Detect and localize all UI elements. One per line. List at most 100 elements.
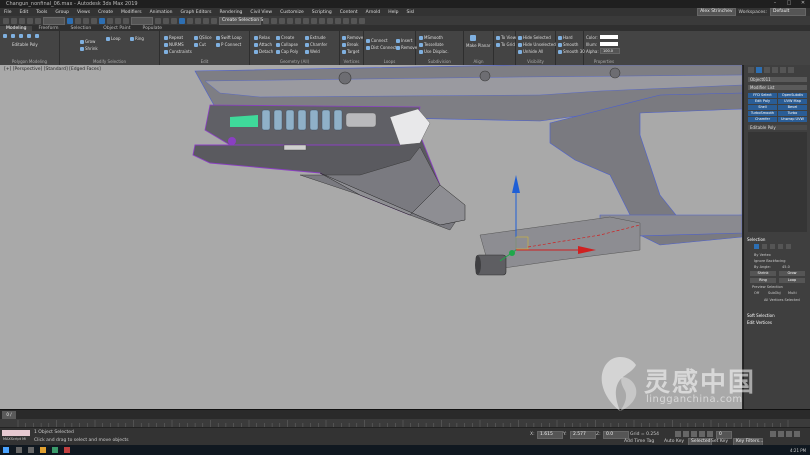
modify-panel-icon[interactable] (756, 67, 762, 73)
edge-subobject-icon[interactable] (762, 244, 767, 249)
select-and-rotate-icon[interactable] (107, 17, 113, 24)
menu-help[interactable]: Help (384, 10, 402, 15)
object-name-field[interactable]: Object011 (748, 77, 807, 82)
select-by-name-icon[interactable] (75, 17, 81, 24)
motion-panel-icon[interactable] (772, 67, 778, 73)
mirror-icon[interactable] (263, 17, 269, 24)
element-subobject-icon[interactable] (786, 244, 791, 249)
modifier-stack-item[interactable]: Editable Poly (748, 125, 807, 130)
spinner-snap-icon[interactable] (203, 17, 209, 24)
keyboard-shortcut-icon[interactable] (171, 17, 177, 24)
preview-multi-radio[interactable]: Multi (788, 291, 797, 295)
nurms-button[interactable]: NURMS (164, 42, 184, 47)
window-crossing-icon[interactable] (91, 17, 97, 24)
qslice-button[interactable]: QSlice (194, 35, 212, 40)
smooth30-button[interactable]: Smooth 30 (558, 49, 585, 54)
z-coordinate-field[interactable]: 0.0 (603, 431, 629, 439)
named-selection-sets-dropdown[interactable]: Create Selection Se (219, 16, 266, 25)
mod-btn-opensubdiv[interactable]: OpenSubdiv (778, 93, 807, 98)
loop-button[interactable]: Loop (106, 36, 121, 41)
polygon-mode-icon[interactable] (27, 34, 31, 38)
a360-gallery-icon[interactable] (359, 17, 365, 24)
render-in-cloud-icon[interactable] (351, 17, 357, 24)
render-production-icon[interactable] (343, 17, 349, 24)
color-swatch[interactable] (600, 35, 618, 39)
edit-named-selection-icon[interactable] (211, 17, 217, 24)
align-icon[interactable] (271, 17, 277, 24)
time-slider-thumb[interactable]: 0 / 100 (2, 411, 16, 425)
by-angle-checkbox[interactable]: By Angle: (754, 265, 771, 269)
pan-icon[interactable] (778, 431, 784, 437)
select-object-icon[interactable] (67, 17, 73, 24)
next-frame-icon[interactable] (699, 431, 705, 437)
percent-snap-icon[interactable] (195, 17, 201, 24)
orbit-icon[interactable] (786, 431, 792, 437)
to-grid-button[interactable]: To Grid (496, 42, 515, 47)
selection-ring-button[interactable]: Ring (750, 278, 776, 283)
tab-selection[interactable]: Selection (65, 26, 98, 31)
vertex-subobject-icon[interactable] (754, 244, 759, 249)
tab-modeling[interactable]: Modeling (0, 25, 33, 31)
bind-space-warp-icon[interactable] (35, 17, 41, 24)
select-manipulate-icon[interactable] (163, 17, 169, 24)
mod-btn-edit-poly[interactable]: Edit Poly (748, 99, 777, 104)
soft-selection-rollout-header[interactable]: Soft Selection (747, 313, 775, 318)
minimize-button[interactable]: – (770, 0, 780, 7)
make-planar-icon[interactable] (470, 35, 476, 41)
unlink-icon[interactable] (27, 17, 33, 24)
maximize-button[interactable]: □ (784, 0, 794, 7)
rendered-frame-window-icon[interactable] (335, 17, 341, 24)
selection-grow-button[interactable]: Grow (779, 271, 805, 276)
menu-edit[interactable]: Edit (16, 10, 33, 15)
previous-frame-icon[interactable] (683, 431, 689, 437)
snaps-toggle-icon[interactable] (179, 17, 185, 24)
hierarchy-panel-icon[interactable] (764, 67, 770, 73)
y-coordinate-field[interactable]: 2.577 (570, 431, 596, 439)
user-account[interactable]: Alex Strinchev (697, 8, 736, 16)
vertex-mode-icon[interactable] (3, 34, 7, 38)
loop-remove-button[interactable]: Remove (396, 45, 417, 50)
mod-btn-turbosmooth[interactable]: TurboSmooth (748, 111, 777, 116)
dist-connect-button[interactable]: Dist Connect (366, 45, 397, 50)
mod-btn-chamfer[interactable]: Chamfer (748, 117, 777, 122)
tab-populate[interactable]: Populate (137, 26, 169, 31)
selection-shrink-button[interactable]: Shrink (750, 271, 776, 276)
msmooth-button[interactable]: MSmooth (419, 35, 443, 40)
menu-file[interactable]: File (0, 10, 16, 15)
toggle-scene-explorer-icon[interactable] (279, 17, 285, 24)
redo-icon[interactable] (11, 17, 17, 24)
edge-mode-icon[interactable] (11, 34, 15, 38)
schematic-view-icon[interactable] (311, 17, 317, 24)
remove-button[interactable]: Remove (342, 35, 363, 40)
menu-sisl[interactable]: Sisl (402, 10, 418, 15)
search-icon[interactable] (16, 447, 22, 453)
cut-button[interactable]: Cut (194, 42, 206, 47)
zoom-icon[interactable] (770, 431, 776, 437)
file-explorer-icon[interactable] (40, 447, 46, 453)
swift-loop-button[interactable]: Swift Loop (216, 35, 242, 40)
insert-button[interactable]: Insert (396, 38, 412, 43)
by-angle-spinner[interactable]: 45.0 (782, 265, 790, 269)
weld-button[interactable]: Weld (305, 49, 320, 54)
cap-poly-button[interactable]: Cap Poly (276, 49, 298, 54)
menu-animation[interactable]: Animation (146, 10, 177, 15)
viewport-label[interactable]: [+] [Perspective] [Standard] [Edged Face… (4, 67, 101, 72)
constraints-button[interactable]: Constraints (164, 49, 192, 54)
illum-swatch[interactable] (600, 42, 618, 46)
use-displace-button[interactable]: Use Displac. (419, 49, 449, 54)
mod-btn-turbo[interactable]: Turbo (778, 111, 807, 116)
polygon-subobject-icon[interactable] (778, 244, 783, 249)
preview-subobj-radio[interactable]: SubObj (768, 291, 781, 295)
mod-btn-unwrap-uvw[interactable]: Unwrap UVW (778, 117, 807, 122)
link-icon[interactable] (19, 17, 25, 24)
menu-scripting[interactable]: Scripting (308, 10, 336, 15)
preview-off-radio[interactable]: Off (754, 291, 759, 295)
utilities-panel-icon[interactable] (788, 67, 794, 73)
workspaces-dropdown[interactable]: Default (770, 8, 806, 16)
detach-button[interactable]: Detach (254, 49, 273, 54)
render-setup-icon[interactable] (327, 17, 333, 24)
relax-button[interactable]: Relax (254, 35, 270, 40)
alpha-spinner[interactable]: 100.0 (600, 48, 620, 54)
connect-button[interactable]: Connect (366, 38, 388, 43)
hard-button[interactable]: Hard (558, 35, 573, 40)
